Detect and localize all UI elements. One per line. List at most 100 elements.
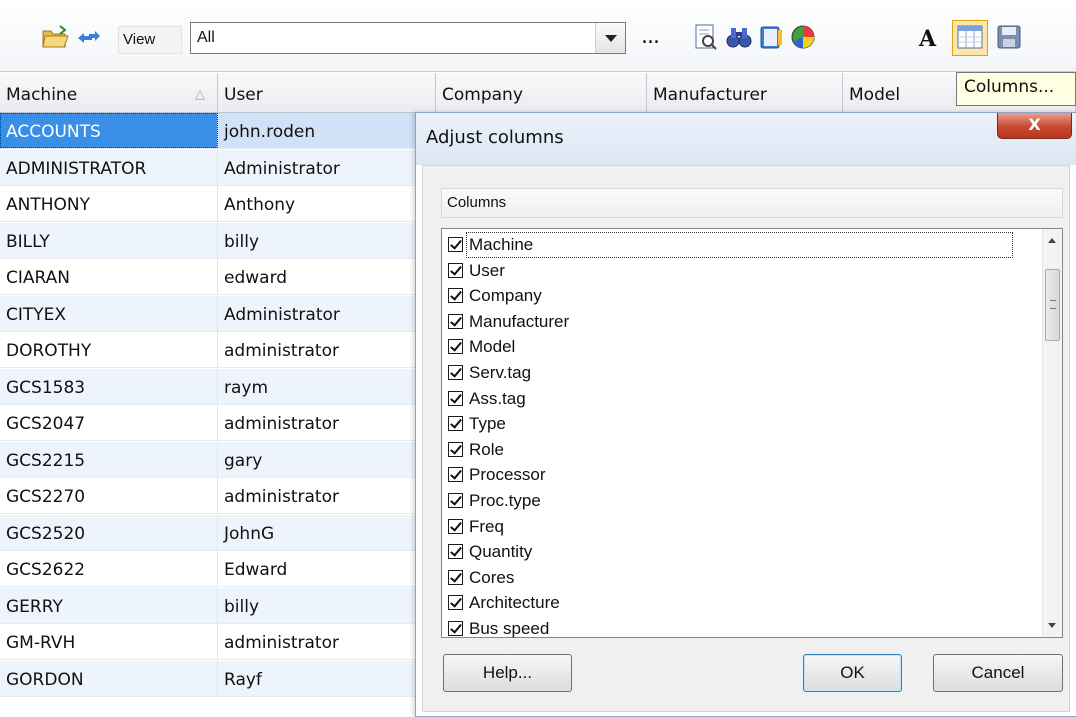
- cell-user[interactable]: administrator: [218, 478, 415, 513]
- table-row[interactable]: CIARAN edward: [0, 259, 415, 295]
- column-option[interactable]: Architecture: [448, 591, 1024, 616]
- cell-user[interactable]: administrator: [218, 624, 415, 659]
- checkbox-checked-icon[interactable]: [448, 467, 463, 483]
- scroll-up-icon[interactable]: [1043, 231, 1062, 251]
- cell-user[interactable]: administrator: [218, 405, 415, 440]
- refresh-arrows-icon[interactable]: [74, 22, 104, 52]
- cancel-button[interactable]: Cancel: [933, 654, 1063, 692]
- font-icon[interactable]: A: [914, 22, 944, 52]
- dialog-titlebar[interactable]: Adjust columns X: [416, 113, 1076, 165]
- binoculars-find-icon[interactable]: [724, 22, 754, 52]
- checkbox-checked-icon[interactable]: [448, 262, 463, 278]
- checkbox-checked-icon[interactable]: [448, 595, 463, 611]
- cell-user[interactable]: JohnG: [218, 515, 415, 550]
- cell-machine[interactable]: GCS2622: [0, 551, 218, 586]
- checkbox-checked-icon[interactable]: [448, 313, 463, 329]
- more-button[interactable]: ...: [641, 24, 660, 49]
- close-button[interactable]: X: [997, 113, 1072, 139]
- column-option[interactable]: Bus speed: [448, 617, 1024, 642]
- columns-icon[interactable]: [952, 20, 988, 56]
- column-header-company[interactable]: Company: [436, 73, 647, 113]
- column-option[interactable]: Company: [448, 284, 1024, 309]
- pie-chart-icon[interactable]: [788, 22, 818, 52]
- cell-user[interactable]: billy: [218, 223, 415, 258]
- cell-user[interactable]: Anthony: [218, 186, 415, 221]
- cell-user[interactable]: Rayf: [218, 661, 415, 696]
- report-preview-icon[interactable]: [690, 22, 720, 52]
- table-row[interactable]: GM-RVH administrator: [0, 624, 415, 660]
- cell-machine[interactable]: ANTHONY: [0, 186, 218, 221]
- scroll-down-icon[interactable]: [1043, 615, 1062, 635]
- book-icon[interactable]: [756, 22, 786, 52]
- checkbox-checked-icon[interactable]: [448, 365, 463, 380]
- cell-user[interactable]: raym: [218, 369, 415, 404]
- cell-machine[interactable]: DOROTHY: [0, 332, 218, 367]
- cell-machine[interactable]: GM-RVH: [0, 624, 218, 659]
- cell-user[interactable]: Administrator: [218, 296, 415, 331]
- open-folder-icon[interactable]: [40, 22, 70, 52]
- column-option[interactable]: Proc.type: [448, 489, 1024, 514]
- checkbox-checked-icon[interactable]: [448, 390, 463, 406]
- columns-checklist[interactable]: Machine User Company Manufacturer Model Serv.…: [441, 228, 1063, 638]
- cell-machine[interactable]: GCS1583: [0, 368, 218, 404]
- column-option[interactable]: Model: [448, 335, 1024, 360]
- checkbox-checked-icon[interactable]: [448, 441, 463, 457]
- cell-machine[interactable]: BILLY: [0, 222, 218, 258]
- column-header-machine[interactable]: Machine △: [0, 73, 218, 113]
- cell-user[interactable]: billy: [218, 588, 415, 623]
- cell-machine[interactable]: GERRY: [0, 587, 218, 623]
- table-row[interactable]: DOROTHY administrator: [0, 332, 415, 368]
- column-header-manufacturer[interactable]: Manufacturer: [647, 73, 843, 113]
- dropdown-arrow-icon[interactable]: [595, 23, 625, 53]
- column-header-user[interactable]: User: [218, 73, 436, 113]
- checkbox-checked-icon[interactable]: [448, 237, 463, 252]
- cell-machine[interactable]: GORDON: [0, 660, 218, 696]
- cell-machine[interactable]: ACCOUNTS: [0, 113, 218, 148]
- column-option[interactable]: Machine: [448, 232, 1024, 258]
- ok-button[interactable]: OK: [803, 654, 902, 692]
- vertical-scrollbar[interactable]: [1042, 229, 1062, 637]
- table-row[interactable]: CITYEX Administrator: [0, 295, 415, 332]
- column-option[interactable]: Type: [448, 412, 1024, 437]
- help-button[interactable]: Help...: [443, 654, 572, 692]
- save-disk-icon[interactable]: [994, 22, 1024, 52]
- table-row[interactable]: GCS2047 administrator: [0, 405, 415, 441]
- checkbox-checked-icon[interactable]: [448, 569, 463, 585]
- column-option[interactable]: Processor: [448, 463, 1024, 488]
- checkbox-checked-icon[interactable]: [448, 544, 463, 560]
- cell-user[interactable]: edward: [218, 259, 415, 294]
- cell-machine[interactable]: CIARAN: [0, 259, 218, 294]
- table-row[interactable]: GCS2622 Edward: [0, 551, 415, 587]
- cell-user[interactable]: Administrator: [218, 150, 415, 185]
- table-row[interactable]: ANTHONY Anthony: [0, 186, 415, 222]
- cell-user[interactable]: john.roden: [218, 113, 415, 148]
- table-row[interactable]: GCS2215 gary: [0, 441, 415, 478]
- cell-machine[interactable]: ADMINISTRATOR: [0, 149, 218, 185]
- checkbox-checked-icon[interactable]: [448, 288, 463, 304]
- table-row[interactable]: GORDON Rayf: [0, 660, 415, 697]
- column-option[interactable]: Cores: [448, 566, 1024, 591]
- column-option[interactable]: Ass.tag: [448, 387, 1024, 412]
- table-row[interactable]: GCS1583 raym: [0, 368, 415, 405]
- column-option[interactable]: Quantity: [448, 540, 1024, 565]
- column-option[interactable]: Role: [448, 438, 1024, 463]
- table-row[interactable]: GERRY billy: [0, 587, 415, 624]
- view-filter-select[interactable]: All: [190, 22, 626, 54]
- column-option[interactable]: Manufacturer: [448, 310, 1024, 335]
- cell-user[interactable]: Edward: [218, 551, 415, 586]
- table-row[interactable]: GCS2520 JohnG: [0, 514, 415, 551]
- table-row[interactable]: ACCOUNTS john.roden: [0, 113, 415, 149]
- checkbox-checked-icon[interactable]: [448, 339, 463, 355]
- table-row[interactable]: ADMINISTRATOR Administrator: [0, 149, 415, 186]
- checkbox-checked-icon[interactable]: [448, 518, 463, 534]
- column-option[interactable]: Freq: [448, 515, 1024, 540]
- cell-machine[interactable]: GCS2270: [0, 478, 218, 513]
- cell-machine[interactable]: CITYEX: [0, 295, 218, 331]
- cell-user[interactable]: administrator: [218, 332, 415, 367]
- column-option[interactable]: Serv.tag: [448, 361, 1024, 386]
- view-button[interactable]: View: [118, 26, 182, 54]
- cell-machine[interactable]: GCS2215: [0, 441, 218, 477]
- cell-machine[interactable]: GCS2520: [0, 514, 218, 550]
- checkbox-checked-icon[interactable]: [448, 621, 463, 636]
- column-option[interactable]: User: [448, 259, 1024, 284]
